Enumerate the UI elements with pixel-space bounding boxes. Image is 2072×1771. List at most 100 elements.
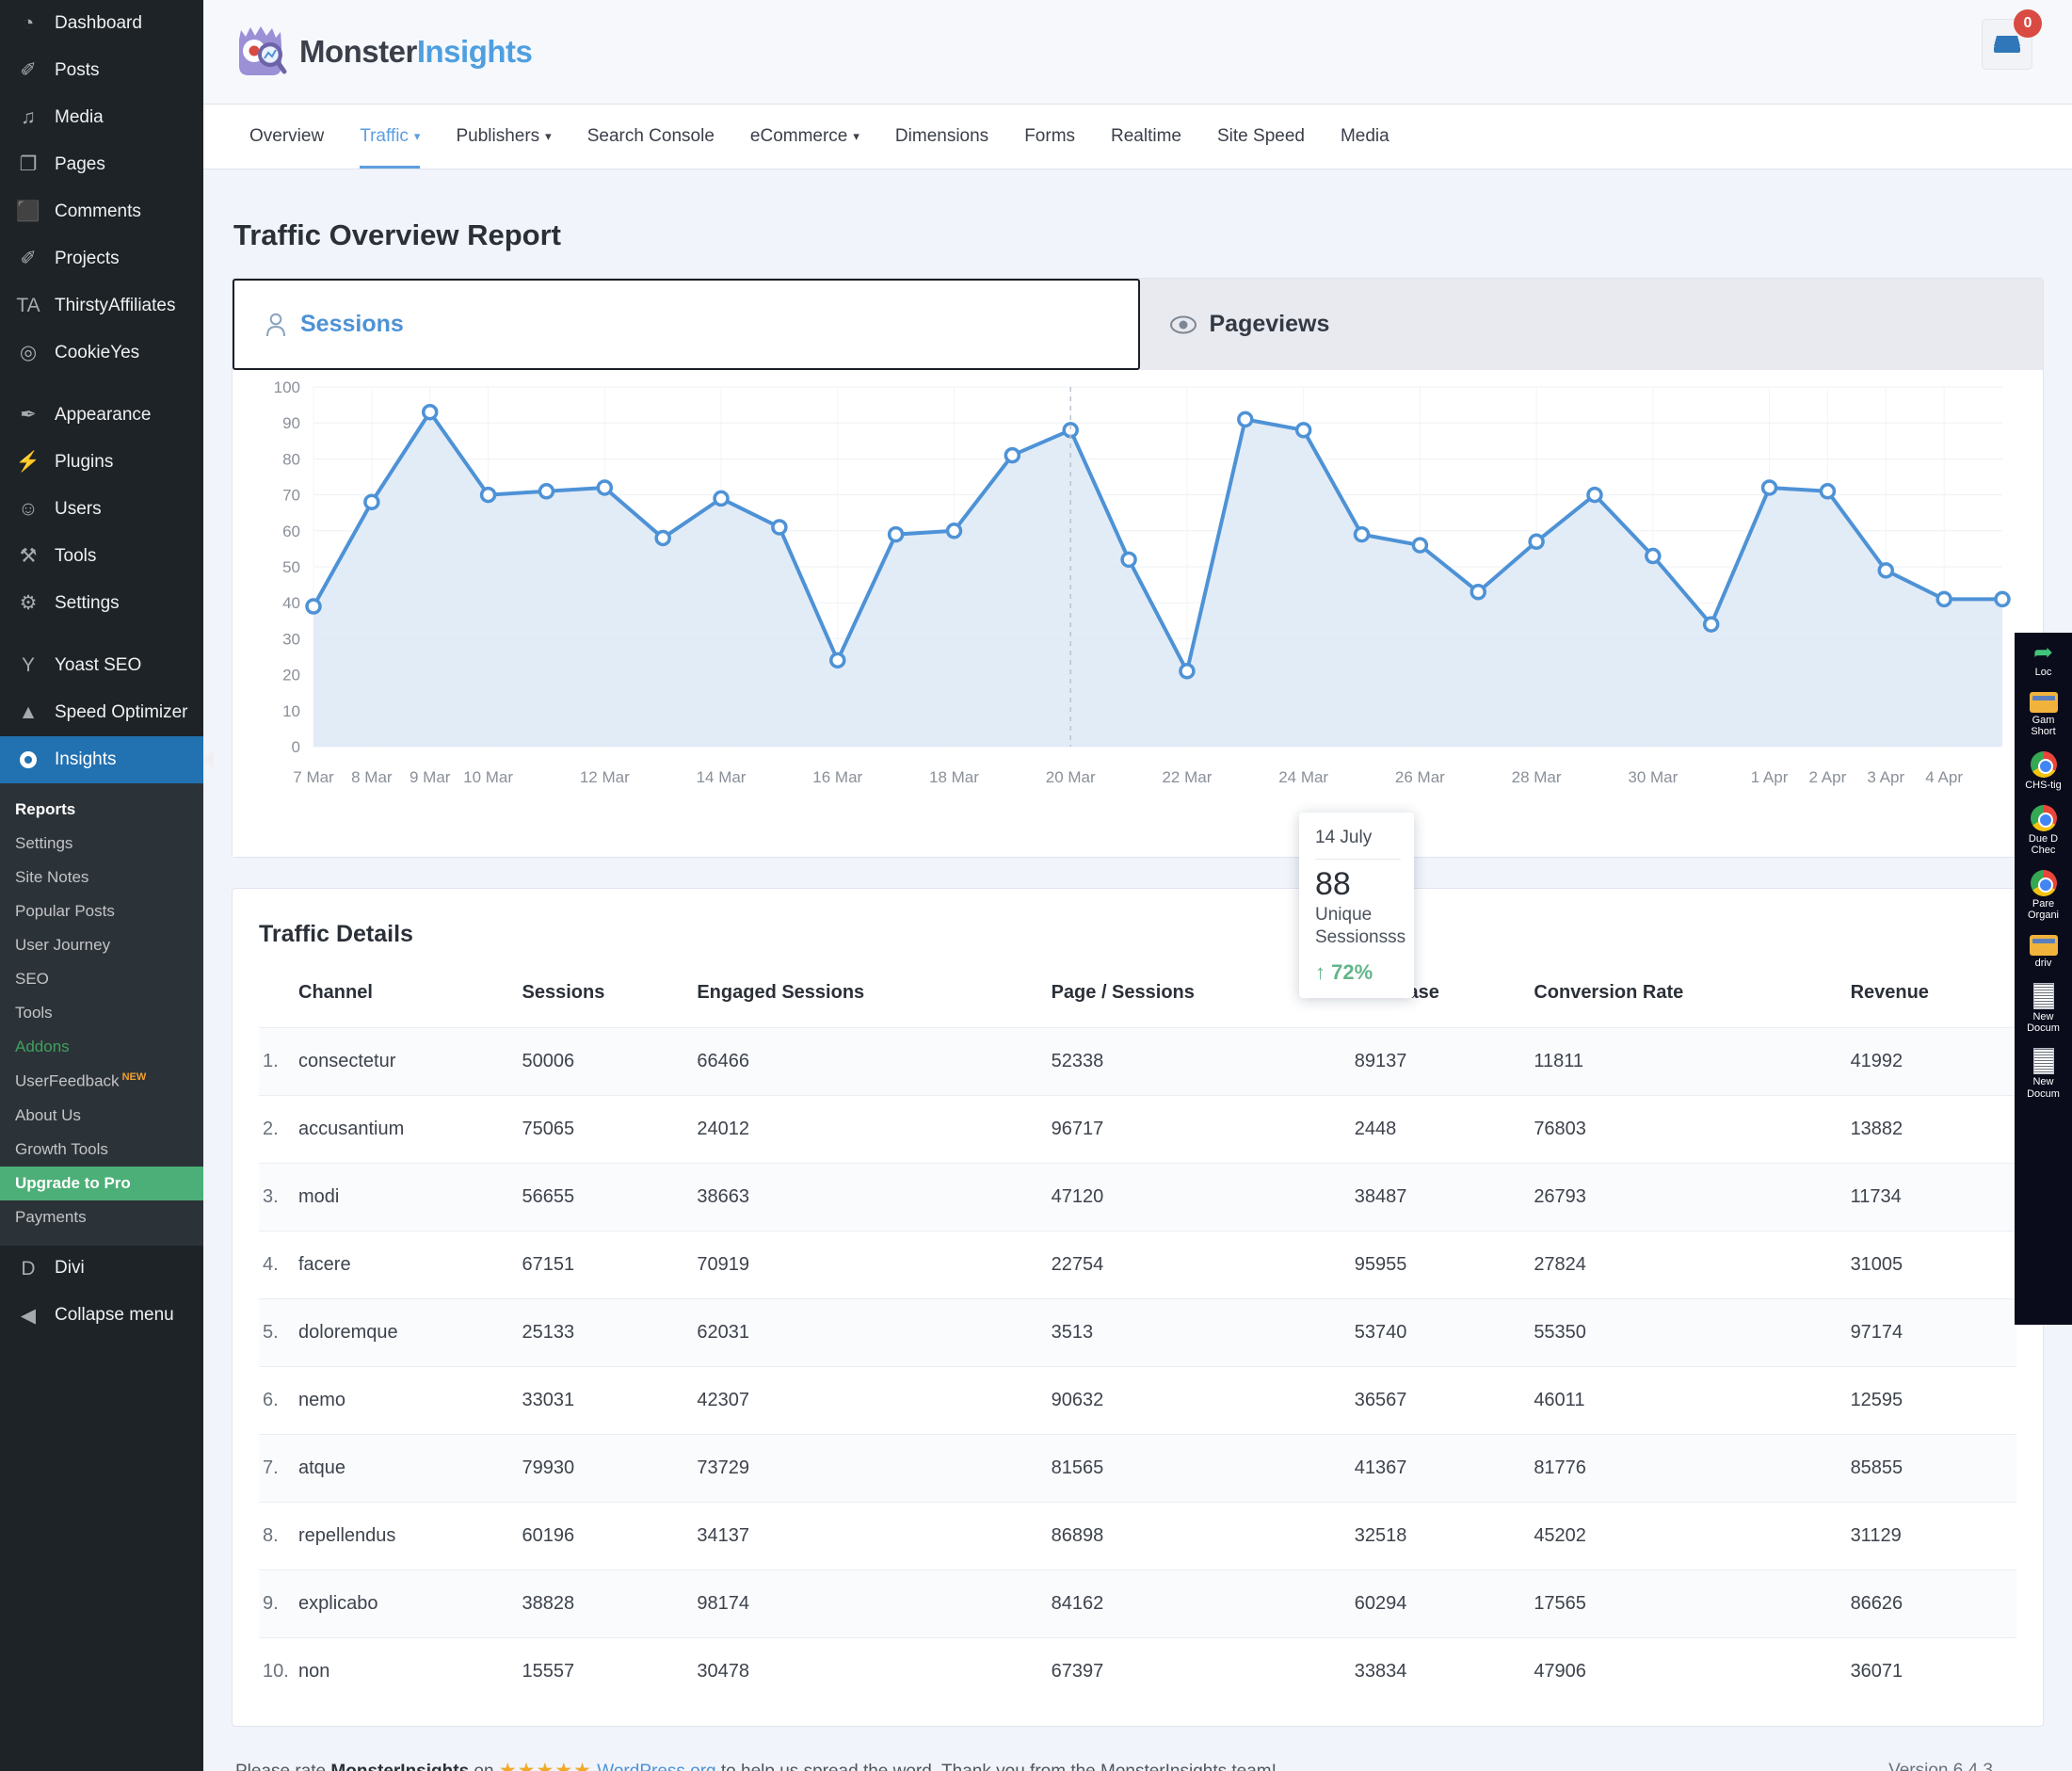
submenu-item-addons[interactable]: Addons: [0, 1030, 203, 1064]
sidebar-item-tools[interactable]: ⚒ Tools: [0, 533, 203, 580]
submenu-item-reports[interactable]: Reports: [0, 793, 203, 827]
desktop-icon-label: Pare Organi: [2027, 897, 2060, 922]
sidebar-item-plugins[interactable]: ⚡ Plugins: [0, 439, 203, 486]
cell-engaged-sessions: 66466: [697, 1027, 1052, 1096]
tab-site-speed[interactable]: Site Speed: [1199, 105, 1323, 169]
desktop-icon-doc[interactable]: New Docum: [2015, 982, 2072, 1035]
tab-dimensions[interactable]: Dimensions: [877, 105, 1006, 169]
sidebar-item-dashboard[interactable]: ◔ Dashboard: [0, 0, 203, 47]
submenu-item-user-journey[interactable]: User Journey: [0, 928, 203, 962]
column-header-sessions: Sessions: [522, 982, 605, 1003]
submenu-item-payments[interactable]: Payments: [0, 1200, 203, 1234]
svg-text:20: 20: [282, 667, 300, 684]
cell-engaged-sessions: 24012: [697, 1095, 1052, 1164]
sidebar-item-users[interactable]: ☺ Users: [0, 486, 203, 533]
new-badge: NEW: [121, 1071, 147, 1083]
submenu-item-upgrade-to-pro[interactable]: Upgrade to Pro: [0, 1166, 203, 1200]
pin-icon: ✐: [20, 248, 37, 270]
tooltip-value: 88: [1315, 866, 1351, 902]
desktop-icon-folder[interactable]: Gam Short: [2015, 691, 2072, 738]
wordpress-org-link[interactable]: WordPress.org: [597, 1762, 715, 1771]
submenu-item-settings[interactable]: Settings: [0, 827, 203, 861]
table-row[interactable]: 5. doloremque 25133 62031 3513 53740 55350 9717…: [259, 1298, 2016, 1367]
cell-channel: consectetur: [298, 1027, 522, 1096]
tab-publishers[interactable]: Publishers ▾: [438, 105, 569, 169]
table-row[interactable]: 7. atque 79930 73729 81565 41367 81776 85855: [259, 1434, 2016, 1503]
sidebar-item-thirstyaffiliates[interactable]: TA ThirstyAffiliates: [0, 282, 203, 330]
svg-text:60: 60: [282, 523, 300, 540]
tab-media[interactable]: Media: [1323, 105, 1407, 169]
submenu-item-label: Upgrade to Pro: [15, 1173, 131, 1192]
insights-submenu: Reports Settings Site Notes Popular Posts Us…: [0, 783, 203, 1246]
table-row[interactable]: 1. consectetur 50006 66466 52338 89137 11811 41…: [259, 1027, 2016, 1096]
svg-text:30 Mar: 30 Mar: [1628, 768, 1678, 786]
desktop-icon-chrome[interactable]: Due D Chec: [2015, 804, 2072, 857]
chrome-icon: [2030, 750, 2057, 778]
table-row[interactable]: 4. facere 67151 70919 22754 95955 27824 31005: [259, 1231, 2016, 1299]
sidebar-item-settings[interactable]: ⚙ Settings: [0, 580, 203, 627]
sidebar-item-projects[interactable]: ✐ Projects: [0, 235, 203, 282]
desktop-icon-doc[interactable]: New Docum: [2015, 1048, 2072, 1100]
desktop-icon-label: Due D Chec: [2028, 832, 2059, 857]
tab-overview[interactable]: Overview: [232, 105, 342, 169]
chevron-down-icon: ▾: [413, 129, 421, 143]
sidebar-item-speed-optimizer[interactable]: ▲ Speed Optimizer: [0, 689, 203, 736]
table-row[interactable]: 3. modi 56655 38663 47120 38487 26793 11734: [259, 1163, 2016, 1232]
rating-stars[interactable]: ★★★★★: [499, 1760, 592, 1771]
tab-ecommerce[interactable]: eCommerce ▾: [732, 105, 877, 169]
sidebar-item-posts[interactable]: ✐ Posts: [0, 47, 203, 94]
sidebar-item-media[interactable]: ♫ Media: [0, 94, 203, 141]
table-body: 1. consectetur 50006 66466 52338 89137 11811 41…: [259, 1027, 2016, 1705]
desktop-icon-label: New Docum: [2027, 1010, 2060, 1035]
tab-search-console[interactable]: Search Console: [570, 105, 732, 169]
svg-text:30: 30: [282, 630, 300, 648]
sidebar-item-pages[interactable]: ❐ Pages: [0, 141, 203, 188]
page-title: Traffic Overview Report: [233, 218, 562, 251]
submenu-item-userfeedback[interactable]: UserFeedback NEW: [0, 1064, 203, 1099]
media-icon: ♫: [21, 106, 36, 129]
desktop-icon-chrome[interactable]: CHS-tig: [2015, 750, 2072, 792]
traffic-details-card: Traffic Details Channel Sessions Engaged S…: [232, 888, 2044, 1727]
cell-purchase: 41367: [1354, 1434, 1534, 1503]
tab-traffic[interactable]: Traffic ▾: [342, 105, 438, 169]
row-index: 9.: [259, 1570, 298, 1638]
row-index: 5.: [259, 1298, 298, 1367]
submenu-item-popular-posts[interactable]: Popular Posts: [0, 894, 203, 928]
sidebar-item-appearance[interactable]: ✒ Appearance: [0, 392, 203, 439]
sidebar-item-yoast-seo[interactable]: Y Yoast SEO: [0, 642, 203, 689]
cell-page-per-sessions: 84162: [1051, 1570, 1355, 1638]
cell-purchase: 33834: [1354, 1637, 1534, 1705]
desktop-icon-chrome[interactable]: Pare Organi: [2015, 869, 2072, 922]
cell-engaged-sessions: 34137: [697, 1502, 1052, 1570]
desktop-icon-folder[interactable]: driv: [2015, 935, 2072, 970]
table-row[interactable]: 6. nemo 33031 42307 90632 36567 46011 12595: [259, 1366, 2016, 1435]
metric-tab-pageviews[interactable]: Pageviews: [1139, 279, 2043, 370]
submenu-item-seo[interactable]: SEO: [0, 962, 203, 996]
tab-forms[interactable]: Forms: [1006, 105, 1093, 169]
sidebar-item-collapse-menu[interactable]: ◀ Collapse menu: [0, 1293, 203, 1340]
metric-tab-sessions[interactable]: Sessions: [233, 279, 1140, 370]
svg-text:26 Mar: 26 Mar: [1395, 768, 1445, 786]
submenu-item-site-notes[interactable]: Site Notes: [0, 861, 203, 894]
cell-conversion-rate: 46011: [1534, 1366, 1851, 1435]
sidebar-item-insights[interactable]: Insights: [0, 736, 203, 783]
submenu-item-label: Settings: [15, 834, 73, 852]
sidebar-divider: [0, 377, 203, 392]
table-row[interactable]: 8. repellendus 60196 34137 86898 32518 45202 31…: [259, 1502, 2016, 1570]
submenu-item-tools[interactable]: Tools: [0, 996, 203, 1030]
table-row[interactable]: 10. non 15557 30478 67397 33834 47906 36071: [259, 1637, 2016, 1705]
cell-purchase: 2448: [1354, 1095, 1534, 1164]
submenu-item-growth-tools[interactable]: Growth Tools: [0, 1133, 203, 1167]
sidebar-item-comments[interactable]: ⬛ Comments: [0, 188, 203, 235]
tab-realtime[interactable]: Realtime: [1093, 105, 1199, 169]
tab-label: Site Speed: [1217, 126, 1305, 146]
sidebar-item-divi[interactable]: D Divi: [0, 1246, 203, 1293]
submenu-item-about-us[interactable]: About Us: [0, 1099, 203, 1133]
notifications-button[interactable]: 0: [1982, 9, 2042, 70]
svg-text:0: 0: [292, 738, 300, 756]
sidebar-item-cookieyes[interactable]: ◎ CookieYes: [0, 330, 203, 377]
desktop-icon-loc[interactable]: ➦ Loc: [2015, 639, 2072, 679]
table-row[interactable]: 2. accusantium 75065 24012 96717 2448 76803 138…: [259, 1095, 2016, 1164]
table-row[interactable]: 9. explicabo 38828 98174 84162 60294 17565 8662…: [259, 1570, 2016, 1638]
column-header-revenue: Revenue: [1850, 982, 1929, 1003]
